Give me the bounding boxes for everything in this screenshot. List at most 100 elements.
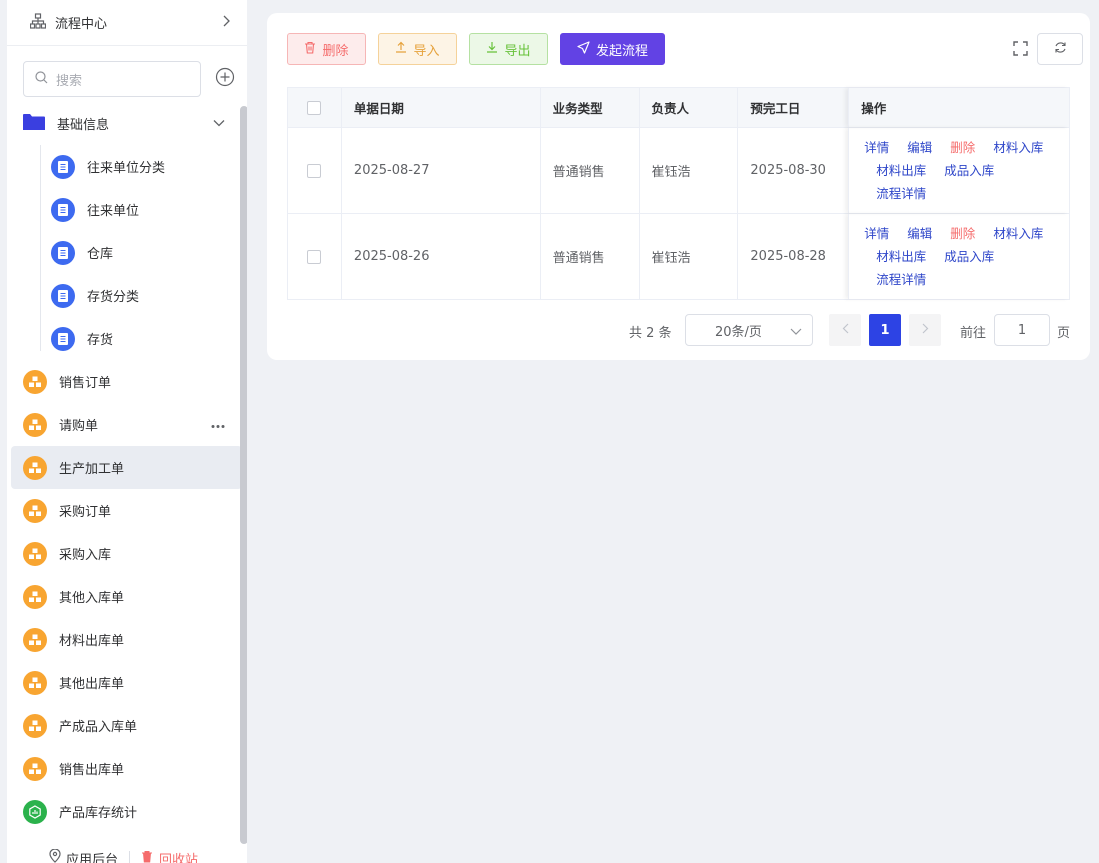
select-all-checkbox[interactable] <box>307 100 322 115</box>
material-in-link[interactable]: 材料入库 <box>993 222 1043 245</box>
flow-center-header[interactable]: 流程中心 <box>7 0 247 46</box>
sidebar-item-purchase-request[interactable]: 请购单 <box>7 403 233 446</box>
sidebar-scrollbar[interactable] <box>240 106 247 844</box>
delete-link[interactable]: 删除 <box>950 222 975 245</box>
edit-link[interactable]: 编辑 <box>907 222 932 245</box>
boxes-icon <box>23 584 47 609</box>
search-input[interactable]: 搜索 <box>23 61 201 97</box>
boxes-icon <box>23 455 47 480</box>
toolbar: 删除 导入 导出 发起流程 <box>287 33 677 65</box>
next-page-button[interactable] <box>909 314 941 346</box>
header-owner[interactable]: 负责人 <box>639 88 739 127</box>
cell-ops: 详情 编辑 删除 材料入库 材料出库 成品入库 流程详情 <box>848 128 1069 213</box>
header-ops: 操作 <box>848 88 1069 127</box>
sidebar-item-inventory[interactable]: 存货 <box>7 317 233 360</box>
flow-center-label: 流程中心 <box>55 17 108 32</box>
header-date[interactable]: 单据日期 <box>341 88 541 127</box>
flow-detail-link[interactable]: 流程详情 <box>876 268 926 291</box>
app-admin-link[interactable]: 应用后台 <box>66 849 118 863</box>
material-out-link[interactable]: 材料出库 <box>876 159 926 182</box>
search-icon <box>35 70 48 88</box>
sidebar-item-material-issue[interactable]: 材料出库单 <box>7 618 233 661</box>
sidebar-item-finished-goods-receipt[interactable]: 产成品入库单 <box>7 704 233 747</box>
sidebar-group-label: 基础信息 <box>57 118 110 133</box>
cell-date: 2025-08-26 <box>342 214 541 299</box>
material-in-link[interactable]: 材料入库 <box>993 136 1043 159</box>
page-unit-label: 页 <box>1057 326 1071 341</box>
sidebar-item-sales-order[interactable]: 销售订单 <box>7 360 233 403</box>
boxes-icon <box>23 541 47 566</box>
sidebar-item-other-issue[interactable]: 其他出库单 <box>7 661 233 704</box>
boxes-icon <box>23 369 47 394</box>
cell-type: 普通销售 <box>541 214 640 299</box>
send-icon <box>577 40 590 58</box>
material-out-link[interactable]: 材料出库 <box>876 245 926 268</box>
upload-icon <box>395 41 407 57</box>
more-dots-icon[interactable] <box>211 417 225 432</box>
sidebar-item-inventory-category[interactable]: 存货分类 <box>7 274 233 317</box>
sidebar-item-label: 往来单位 <box>87 204 140 219</box>
cell-due-date: 2025-08-30 <box>750 163 826 178</box>
sidebar-item-label: 存货分类 <box>87 290 140 305</box>
document-icon <box>51 283 75 308</box>
sidebar-item-sales-issue[interactable]: 销售出库单 <box>7 747 233 790</box>
import-label: 导入 <box>413 43 440 59</box>
header-due-date[interactable]: 预完工日 <box>738 88 849 127</box>
row-checkbox-cell <box>288 128 342 213</box>
org-chart-icon <box>29 12 47 33</box>
sidebar-item-label: 其他出库单 <box>59 677 125 692</box>
header-type[interactable]: 业务类型 <box>540 88 640 127</box>
sidebar-item-other-receipt[interactable]: 其他入库单 <box>7 575 233 618</box>
import-button[interactable]: 导入 <box>378 33 457 65</box>
prev-page-button[interactable] <box>829 314 861 346</box>
page-number-current[interactable]: 1 <box>869 314 901 346</box>
boxes-icon <box>23 756 47 781</box>
sidebar-menu: 基础信息 往来单位分类 往来单位 仓库 存货分类 存货 销售订单 请购单 生产加… <box>7 102 242 833</box>
row-checkbox[interactable] <box>307 163 322 178</box>
chevron-right-icon <box>221 15 231 31</box>
sidebar-item-inventory-stats[interactable]: 产品库存统计 <box>7 790 233 833</box>
sidebar-item-production-order[interactable]: 生产加工单 <box>11 446 242 489</box>
main-card: 删除 导入 导出 发起流程 单据日期 业务类型 负责人 预完工日 操作 2025… <box>267 13 1090 360</box>
sidebar-item-label: 采购订单 <box>59 505 112 520</box>
table-header-row: 单据日期 业务类型 负责人 预完工日 操作 <box>288 88 1069 128</box>
add-circle-icon[interactable] <box>215 67 235 91</box>
sidebar-item-purchase-receipt[interactable]: 采购入库 <box>7 532 233 575</box>
sidebar-item-warehouse[interactable]: 仓库 <box>7 231 233 274</box>
cell-ops: 详情 编辑 删除 材料入库 材料出库 成品入库 流程详情 <box>848 214 1069 299</box>
fullscreen-icon[interactable] <box>1013 41 1028 60</box>
document-icon <box>51 154 75 179</box>
sidebar-item-label: 其他入库单 <box>59 591 125 606</box>
export-button[interactable]: 导出 <box>469 33 548 65</box>
delete-button[interactable]: 删除 <box>287 33 366 65</box>
cell-due-date: 2025-08-28 <box>750 249 826 264</box>
delete-link[interactable]: 删除 <box>950 136 975 159</box>
row-checkbox[interactable] <box>307 249 322 264</box>
start-flow-label: 发起流程 <box>595 43 648 59</box>
start-flow-button[interactable]: 发起流程 <box>560 33 665 65</box>
detail-link[interactable]: 详情 <box>864 136 889 159</box>
sidebar-item-partner[interactable]: 往来单位 <box>7 188 233 231</box>
edit-link[interactable]: 编辑 <box>907 136 932 159</box>
goto-page-input[interactable]: 1 <box>994 314 1050 346</box>
location-icon <box>49 848 61 863</box>
flow-detail-link[interactable]: 流程详情 <box>876 182 926 205</box>
chart-icon <box>23 799 47 824</box>
page-size-select[interactable]: 20条/页 <box>685 314 813 346</box>
product-in-link[interactable]: 成品入库 <box>944 245 994 268</box>
boxes-icon <box>23 670 47 695</box>
search-placeholder: 搜索 <box>56 73 83 89</box>
table-row: 2025-08-26 普通销售 崔钰浩 2025-08-28 详情 编辑 删除 … <box>288 214 1069 299</box>
sidebar-group-basic-info[interactable]: 基础信息 <box>7 102 233 145</box>
sidebar-item-partner-category[interactable]: 往来单位分类 <box>7 145 233 188</box>
product-in-link[interactable]: 成品入库 <box>944 159 994 182</box>
refresh-button[interactable] <box>1037 33 1083 65</box>
chevron-down-icon <box>213 116 225 131</box>
trash-icon <box>141 850 153 863</box>
boxes-icon <box>23 412 47 437</box>
refresh-icon <box>1054 41 1067 58</box>
detail-link[interactable]: 详情 <box>864 222 889 245</box>
sidebar-item-purchase-order[interactable]: 采购订单 <box>7 489 233 532</box>
sidebar-item-label: 产成品入库单 <box>59 720 138 735</box>
recycle-bin-link[interactable]: 回收站 <box>159 849 198 863</box>
